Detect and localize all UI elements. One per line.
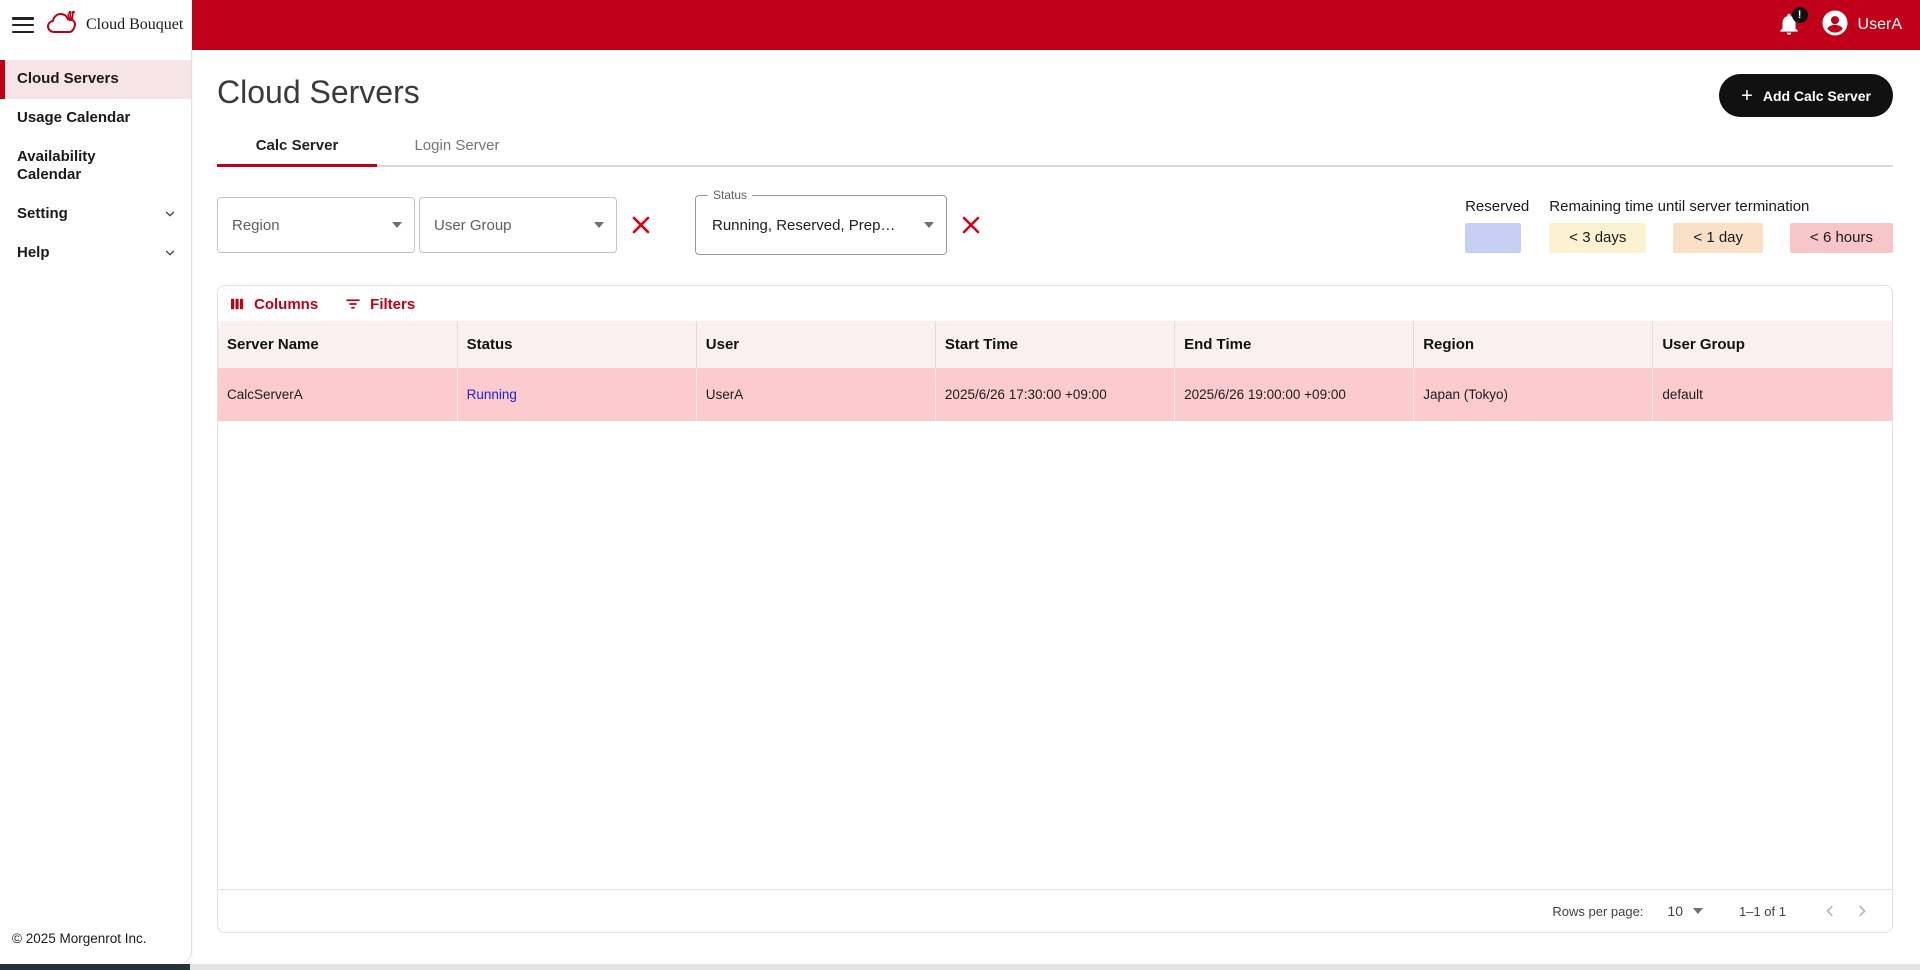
user-group-select[interactable]: User Group [419, 197, 617, 253]
cell-start-time: 2025/6/26 17:30:00 +09:00 [935, 368, 1174, 421]
sidebar-item-label: Usage Calendar [17, 109, 130, 128]
table-empty-area [218, 421, 1892, 889]
cell-user: UserA [696, 368, 935, 421]
columns-button-label: Columns [254, 296, 318, 313]
status-filter-label: Status [708, 188, 752, 202]
copyright: © 2025 Morgenrot Inc. [0, 919, 191, 964]
tab-bar: Calc Server Login Server [217, 127, 1893, 167]
dropdown-caret-icon [1693, 908, 1703, 914]
horizontal-scrollbar[interactable] [0, 964, 1920, 970]
chevron-down-icon [163, 246, 177, 260]
account-icon [1820, 8, 1850, 43]
cell-server-name: CalcServerA [218, 368, 457, 421]
status-filter-value: Running, Reserved, Prep… [712, 217, 895, 234]
app-bar-brand-area: Cloud Bouquet [0, 0, 192, 50]
server-table: Server Name Status User Start Time End T… [218, 321, 1892, 421]
cloud-bouquet-logo-icon [46, 10, 80, 41]
legend-remaining-title: Remaining time until server termination [1549, 198, 1893, 215]
notifications-button[interactable]: ! [1776, 11, 1804, 39]
cell-region: Japan (Tokyo) [1414, 368, 1653, 421]
filters-button-label: Filters [370, 296, 415, 313]
next-page-button[interactable] [1846, 895, 1878, 927]
col-header-server-name[interactable]: Server Name [218, 321, 457, 368]
user-name: UserA [1858, 16, 1902, 34]
user-group-select-value: User Group [434, 217, 512, 234]
clear-status-filter-button[interactable] [959, 213, 983, 237]
dropdown-caret-icon [392, 222, 402, 228]
table-row[interactable]: CalcServerA Running UserA 2025/6/26 17:3… [218, 368, 1892, 421]
col-header-end-time[interactable]: End Time [1175, 321, 1414, 368]
add-calc-server-label: Add Calc Server [1763, 88, 1871, 104]
col-header-start-time[interactable]: Start Time [935, 321, 1174, 368]
col-header-region[interactable]: Region [1414, 321, 1653, 368]
col-header-user[interactable]: User [696, 321, 935, 368]
app-bar-red: ! UserA [192, 0, 1920, 50]
server-table-card: Columns Filters Server Name Status User … [217, 285, 1893, 933]
rows-per-page-select[interactable]: 10 [1667, 903, 1703, 919]
tab-login-server[interactable]: Login Server [377, 127, 537, 165]
page-title: Cloud Servers [217, 74, 420, 111]
chevron-down-icon [163, 207, 177, 221]
sidebar-item-label: Help [17, 244, 50, 263]
tab-calc-server[interactable]: Calc Server [217, 127, 377, 165]
brand-name: Cloud Bouquet [86, 16, 183, 34]
legend-badge-3days: < 3 days [1549, 223, 1646, 253]
previous-page-button[interactable] [1814, 895, 1846, 927]
rows-per-page-value: 10 [1667, 903, 1683, 919]
sidebar-item-label: Cloud Servers [17, 70, 119, 89]
sidebar-item-label: Setting [17, 205, 68, 224]
dropdown-caret-icon [594, 222, 604, 228]
cell-end-time: 2025/6/26 19:00:00 +09:00 [1175, 368, 1414, 421]
bell-icon [1776, 24, 1802, 41]
cell-status-link[interactable]: Running [467, 387, 517, 402]
user-menu[interactable]: UserA [1820, 8, 1902, 43]
sidebar-item-help[interactable]: Help [0, 234, 191, 273]
pagination-range: 1–1 of 1 [1739, 904, 1786, 919]
legend-badge-1day: < 1 day [1673, 223, 1763, 253]
filter-icon [344, 295, 362, 313]
region-select[interactable]: Region [217, 197, 415, 253]
sidebar: Cloud Servers Usage Calendar Availabilit… [0, 50, 192, 964]
sidebar-item-cloud-servers[interactable]: Cloud Servers [0, 60, 191, 99]
brand[interactable]: Cloud Bouquet [46, 10, 183, 41]
legend-reserved-swatch [1465, 223, 1521, 253]
col-header-user-group[interactable]: User Group [1653, 321, 1892, 368]
legend-reserved-label: Reserved [1465, 198, 1529, 215]
pagination-bar: Rows per page: 10 1–1 of 1 [218, 889, 1892, 932]
sidebar-item-setting[interactable]: Setting [0, 195, 191, 234]
add-calc-server-button[interactable]: + Add Calc Server [1719, 74, 1893, 117]
status-filter-select[interactable]: Status Running, Reserved, Prep… [695, 195, 947, 255]
columns-icon [228, 295, 246, 313]
sidebar-item-label: Availability Calendar [17, 148, 157, 186]
sidebar-item-usage-calendar[interactable]: Usage Calendar [0, 99, 191, 138]
main-content: Cloud Servers + Add Calc Server Calc Ser… [192, 50, 1920, 964]
scrollbar-thumb[interactable] [0, 964, 190, 970]
plus-icon: + [1741, 86, 1753, 106]
col-header-status[interactable]: Status [457, 321, 696, 368]
table-header-row: Server Name Status User Start Time End T… [218, 321, 1892, 368]
clear-region-usergroup-filter-button[interactable] [629, 213, 653, 237]
region-select-value: Region [232, 217, 280, 234]
notification-badge: ! [1792, 7, 1808, 23]
filters-button[interactable]: Filters [344, 295, 415, 313]
menu-icon[interactable] [12, 17, 34, 33]
legend: Reserved Remaining time until server ter… [1465, 198, 1893, 253]
dropdown-caret-icon [924, 222, 934, 228]
columns-button[interactable]: Columns [228, 295, 318, 313]
rows-per-page-label: Rows per page: [1552, 904, 1643, 919]
legend-badge-6hours: < 6 hours [1790, 223, 1893, 253]
app-bar: Cloud Bouquet ! UserA [0, 0, 1920, 50]
sidebar-item-availability-calendar[interactable]: Availability Calendar [0, 138, 191, 196]
cell-user-group: default [1653, 368, 1892, 421]
